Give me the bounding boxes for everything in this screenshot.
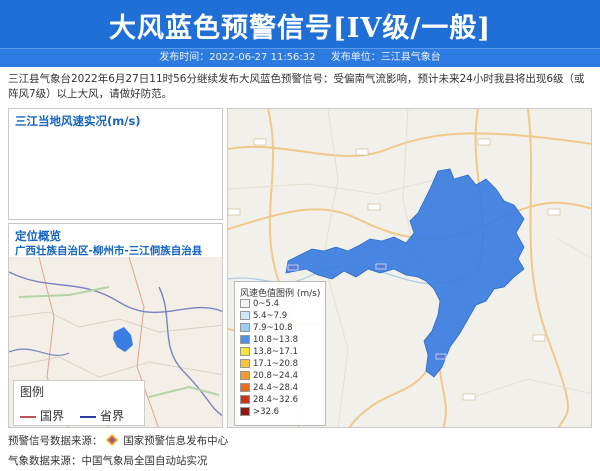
wind-legend-swatch — [240, 323, 250, 332]
wind-panel-title: 三江当地风速实况(m/s) — [15, 114, 141, 128]
wind-legend-row-6: 20.8~24.4 — [240, 371, 298, 382]
wind-legend-swatch — [240, 359, 250, 368]
publisher: 发布单位：三江县气象台 — [330, 52, 441, 63]
warning-banner: 大风蓝色预警信号[IV级/一般] 发布时间：2022-06-27 11:56:3… — [0, 0, 600, 67]
wind-legend-swatch — [240, 311, 250, 320]
warning-title: 大风蓝色预警信号[IV级/一般] — [109, 13, 491, 44]
wind-legend-row-7: 24.4~28.4 — [240, 383, 298, 394]
warning-source-line: 预警信号数据来源： 国家预警信息发布中心 — [8, 433, 228, 448]
wind-legend-row-2: 7.9~10.8 — [240, 323, 293, 334]
warning-source-link[interactable]: 国家预警信息发布中心 — [123, 435, 228, 447]
wind-speed-panel: 三江当地风速实况(m/s) — [8, 108, 223, 220]
locate-panel-subtitle: 广西壮族自治区-柳州市-三江侗族自治县 — [15, 245, 203, 257]
wind-legend-row-1: 5.4~7.9 — [240, 311, 287, 322]
warning-center-logo-icon — [105, 434, 118, 446]
wind-legend-row-8: 28.4~32.6 — [240, 395, 298, 406]
wind-speed-legend: 风速色值图例 (m/s) 0~5.4 5.4~7.9 7.9~10.8 10.8… — [234, 281, 326, 426]
legend-national-border: 国界 — [20, 407, 64, 424]
wind-legend-row-4: 13.8~17.1 — [240, 347, 298, 358]
publish-time: 发布时间：2022-06-27 11:56:32 — [159, 52, 316, 63]
location-overview-panel: 定位概览 广西壮族自治区-柳州市-三江侗族自治县 图例 国界 省界 — [8, 223, 223, 428]
wind-legend-swatch — [240, 383, 250, 392]
wind-legend-row-0: 0~5.4 — [240, 299, 279, 310]
warning-area-map[interactable]: 风速色值图例 (m/s) 0~5.4 5.4~7.9 7.9~10.8 10.8… — [227, 108, 592, 428]
wind-legend-swatch — [240, 299, 250, 308]
wind-legend-swatch — [240, 371, 250, 380]
warning-meta: 发布时间：2022-06-27 11:56:32 发布单位：三江县气象台 — [0, 48, 600, 67]
warning-description: 三江县气象台2022年6月27日11时56分继续发布大风蓝色预警信号：受偏南气流… — [8, 73, 585, 100]
weather-source-line: 气象数据来源：中国气象局全国自动站实况 — [8, 455, 208, 467]
national-border-line — [20, 415, 36, 418]
wind-legend-row-9: >32.6 — [240, 407, 279, 418]
location-map[interactable]: 图例 国界 省界 — [9, 256, 222, 427]
wind-legend-row-3: 10.8~13.8 — [240, 335, 298, 346]
boundary-legend: 图例 国界 省界 — [13, 380, 145, 426]
legend-province-border: 省界 — [80, 407, 124, 424]
boundary-legend-title: 图例 — [20, 385, 45, 399]
wind-legend-swatch — [240, 335, 250, 344]
locate-panel-title: 定位概览 — [15, 229, 61, 243]
wind-legend-row-5: 17.1~20.8 — [240, 359, 298, 370]
wind-legend-swatch — [240, 407, 250, 416]
province-border-line — [80, 415, 96, 418]
wind-legend-title: 风速色值图例 (m/s) — [240, 289, 321, 299]
wind-legend-swatch — [240, 347, 250, 356]
warning-source-label: 预警信号数据来源： — [8, 435, 103, 447]
wind-legend-swatch — [240, 395, 250, 404]
